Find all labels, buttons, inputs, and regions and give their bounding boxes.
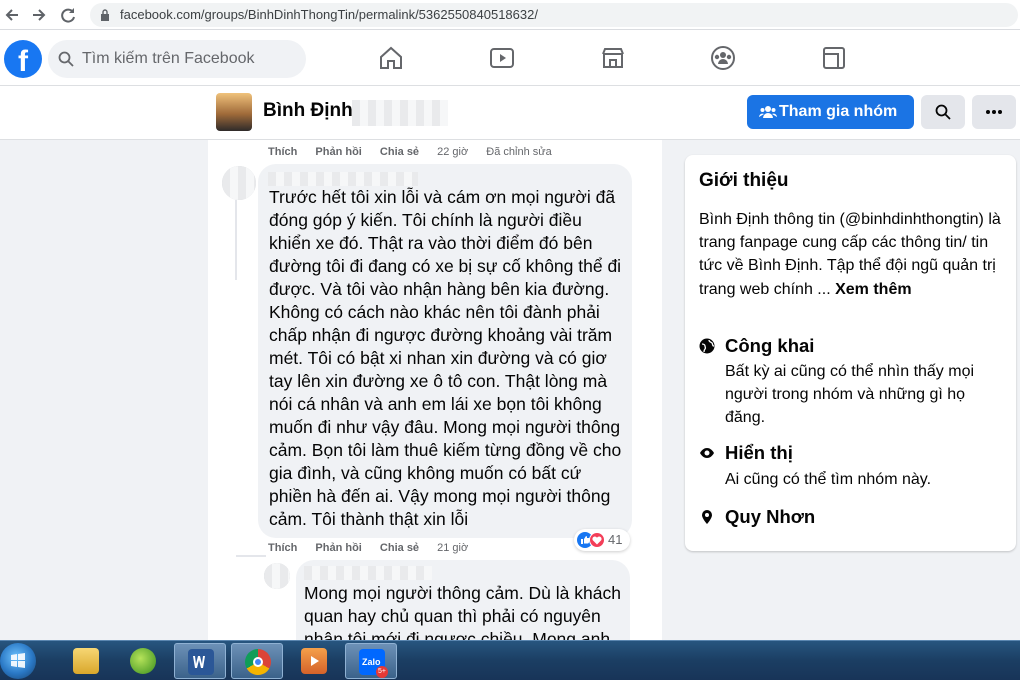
love-reaction-icon xyxy=(589,532,605,548)
word-logo-icon xyxy=(188,649,214,675)
intro-card: Giới thiệu Bình Định thông tin (@binhdin… xyxy=(685,155,1016,551)
search-input[interactable]: Tìm kiếm trên Facebook xyxy=(48,40,306,78)
folder-icon xyxy=(73,648,99,674)
public-description: Bất kỳ ai cũng có thể nhìn thấy mọi ngườ… xyxy=(725,363,975,427)
search-icon xyxy=(58,51,74,67)
watch-icon[interactable] xyxy=(488,44,516,72)
avatar[interactable] xyxy=(264,563,290,589)
url-text: facebook.com/groups/BinhDinhThongTin/per… xyxy=(120,7,538,22)
media-player-icon[interactable] xyxy=(288,643,340,679)
windows-start-icon[interactable] xyxy=(0,643,36,679)
coccoc-icon[interactable] xyxy=(117,643,169,679)
prev-comment-actions: Thích Phản hồi Chia sẻ 22 giờ Đã chỉnh s… xyxy=(268,146,567,158)
comment-line: nói cá nhân và anh em lái xe bọn tôi khô… xyxy=(269,394,602,414)
facebook-logo-icon[interactable]: f xyxy=(4,40,42,78)
comment-line: Không có cách nào khác nên tôi đành phải xyxy=(269,302,600,322)
blurred-group-name xyxy=(352,100,448,126)
thread-line xyxy=(235,200,237,280)
comment-line: cảm. Bọn tôi làm thuê kiếm từng đồng về … xyxy=(269,440,622,460)
zalo-label: Zalo xyxy=(362,657,381,667)
forward-arrow-icon[interactable] xyxy=(28,4,50,26)
comment-time: 21 giờ xyxy=(437,542,469,554)
comment-line: mét. Tôi có bật xi nhan xin đường và có … xyxy=(269,348,607,368)
blurred-avatar xyxy=(264,563,290,589)
comment-actions: Thích Phản hồi Chia sẻ 21 giờ xyxy=(268,542,483,554)
intro-title: Giới thiệu xyxy=(699,170,789,191)
file-explorer-icon[interactable] xyxy=(60,643,112,679)
group-members-icon xyxy=(759,106,777,118)
reply-connector xyxy=(236,555,266,557)
comment-line: đường tôi đi đang có xe bị sự cố không t… xyxy=(269,256,622,276)
group-header: Bình Định Tham gia nhóm xyxy=(0,86,1020,140)
search-placeholder: Tìm kiếm trên Facebook xyxy=(82,50,255,67)
comment-line: Trước hết tôi xin lỗi và cám ơn mọi ngườ… xyxy=(269,187,616,207)
zalo-logo-icon: Zalo 5+ xyxy=(359,649,388,678)
join-group-button[interactable]: Tham gia nhóm xyxy=(747,95,914,129)
visible-description: Ai cũng có thể tìm nhóm này. xyxy=(725,471,932,488)
comment-line: muốn đi như vậy đâu. Mong mọi người thôn… xyxy=(269,417,621,437)
reaction-summary[interactable]: 41 xyxy=(574,529,630,551)
comment-line: phiền hà đến ai. Vậy mong mọi người thôn… xyxy=(269,486,611,506)
reload-icon[interactable] xyxy=(57,4,79,26)
edited-label: Đã chỉnh sửa xyxy=(486,146,552,158)
visible-title: Hiển thị xyxy=(725,442,793,463)
like-link[interactable]: Thích xyxy=(268,542,297,554)
zalo-notification-badge: 5+ xyxy=(376,666,388,678)
more-icon xyxy=(986,110,1002,114)
browser-toolbar: facebook.com/groups/BinhDinhThongTin/per… xyxy=(0,0,1020,30)
comment-line: đóng góp ý kiến. Tôi chính là người điều xyxy=(269,210,582,230)
groups-icon[interactable] xyxy=(709,44,737,72)
chrome-icon[interactable] xyxy=(231,643,283,679)
reply-text-clip: Mong mọi người thông cảm. Dù là khách qu… xyxy=(296,560,630,640)
eye-icon xyxy=(700,448,714,458)
group-search-button[interactable] xyxy=(921,95,965,129)
share-link[interactable]: Chia sẻ xyxy=(380,542,419,554)
join-group-label: Tham gia nhóm xyxy=(779,103,898,120)
search-icon xyxy=(935,104,951,120)
gaming-icon[interactable] xyxy=(820,44,848,72)
address-bar[interactable]: facebook.com/groups/BinhDinhThongTin/per… xyxy=(90,3,1018,27)
comment-line: nhân tôi mới đi ngược chiều. Mong anh xyxy=(304,629,611,640)
intro-description: Bình Định thông tin (@binhdinhthongtin) … xyxy=(699,208,1009,301)
group-avatar[interactable] xyxy=(216,93,252,131)
comment-line: tay lên xin đường xe ô tô con. Thật lòng… xyxy=(269,371,608,391)
comment-line: khiển xe đó. Thật ra vào thời điểm đó bê… xyxy=(269,233,593,253)
blurred-avatar xyxy=(222,166,256,200)
location-pin-icon xyxy=(702,510,712,524)
group-name[interactable]: Bình Định xyxy=(263,100,353,122)
coccoc-logo-icon xyxy=(130,648,156,674)
comment-line: chấp nhận đi ngược đường khoảng vài trăm xyxy=(269,325,613,345)
comment-line: gia đình, và cũng không muốn có bất cứ xyxy=(269,463,582,483)
comment-time: 22 giờ xyxy=(437,146,469,158)
marketplace-icon[interactable] xyxy=(599,44,627,72)
like-link[interactable]: Thích xyxy=(268,146,297,158)
comment-line: Mong mọi người thông cảm. Dù là khách xyxy=(304,583,621,603)
see-more-link[interactable]: Xem thêm xyxy=(835,281,911,298)
reaction-count: 41 xyxy=(608,532,623,547)
media-logo-icon xyxy=(301,648,327,674)
reply-link[interactable]: Phản hồi xyxy=(315,146,361,158)
blurred-commenter-name xyxy=(268,172,418,186)
location-label[interactable]: Quy Nhơn xyxy=(725,506,815,528)
reply-link[interactable]: Phản hồi xyxy=(315,542,361,554)
facebook-header: f Tìm kiếm trên Facebook xyxy=(0,30,1020,86)
public-title: Công khai xyxy=(725,335,815,356)
chrome-logo-icon xyxy=(245,649,271,675)
back-arrow-icon[interactable] xyxy=(2,4,24,26)
windows-taskbar: Zalo 5+ xyxy=(0,640,1020,680)
avatar[interactable] xyxy=(222,166,256,200)
globe-icon xyxy=(699,338,715,354)
word-icon[interactable] xyxy=(174,643,226,679)
lock-icon xyxy=(101,9,109,21)
share-link[interactable]: Chia sẻ xyxy=(380,146,419,158)
comment-line: quan hay chủ quan thì phải có nguyên xyxy=(304,606,601,626)
chrome-center xyxy=(253,657,263,667)
zalo-icon[interactable]: Zalo 5+ xyxy=(345,643,397,679)
home-icon[interactable] xyxy=(377,44,405,72)
comment-line: cảm. Tôi thành thật xin lỗi xyxy=(269,509,469,529)
comment-line: được. Và tôi vào nhận hàng bên kia đường… xyxy=(269,279,610,299)
group-more-button[interactable] xyxy=(972,95,1016,129)
